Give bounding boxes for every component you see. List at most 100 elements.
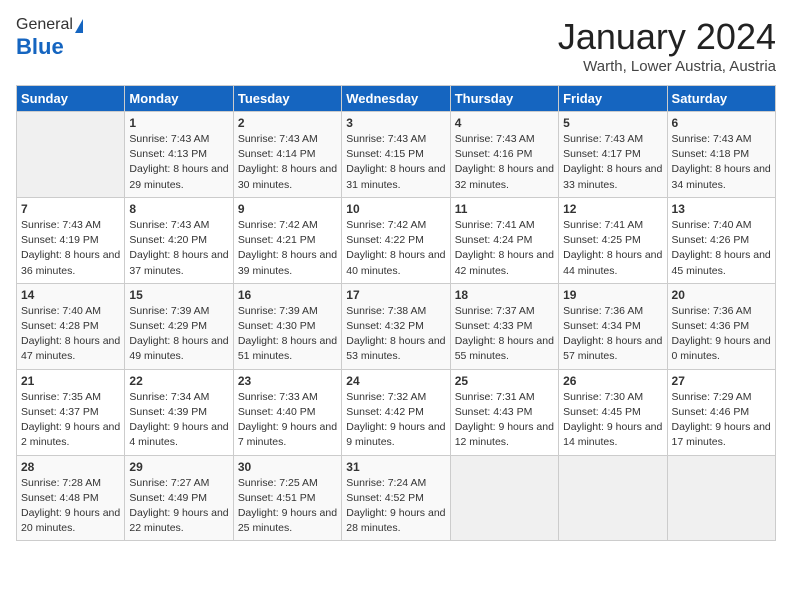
day-info: Sunrise: 7:43 AMSunset: 4:16 PMDaylight:…: [455, 132, 554, 193]
day-info: Sunrise: 7:42 AMSunset: 4:21 PMDaylight:…: [238, 218, 337, 279]
calendar-cell: 30 Sunrise: 7:25 AMSunset: 4:51 PMDayligh…: [233, 455, 341, 541]
day-number: 30: [238, 460, 337, 474]
day-number: 31: [346, 460, 445, 474]
day-info: Sunrise: 7:42 AMSunset: 4:22 PMDaylight:…: [346, 218, 445, 279]
day-number: 15: [129, 288, 228, 302]
day-number: 1: [129, 116, 228, 130]
day-number: 17: [346, 288, 445, 302]
calendar-cell: 16 Sunrise: 7:39 AMSunset: 4:30 PMDayligh…: [233, 283, 341, 369]
day-number: 21: [21, 374, 120, 388]
calendar-cell: 20 Sunrise: 7:36 AMSunset: 4:36 PMDayligh…: [667, 283, 775, 369]
calendar-cell: 11 Sunrise: 7:41 AMSunset: 4:24 PMDayligh…: [450, 197, 558, 283]
day-info: Sunrise: 7:39 AMSunset: 4:30 PMDaylight:…: [238, 304, 337, 365]
calendar-cell: 31 Sunrise: 7:24 AMSunset: 4:52 PMDayligh…: [342, 455, 450, 541]
calendar-header-row: SundayMondayTuesdayWednesdayThursdayFrid…: [17, 86, 776, 112]
day-info: Sunrise: 7:39 AMSunset: 4:29 PMDaylight:…: [129, 304, 228, 365]
calendar-cell: 1 Sunrise: 7:43 AMSunset: 4:13 PMDaylight…: [125, 112, 233, 198]
calendar-cell: [17, 112, 125, 198]
month-title: January 2024: [558, 16, 776, 58]
day-info: Sunrise: 7:33 AMSunset: 4:40 PMDaylight:…: [238, 390, 337, 451]
day-info: Sunrise: 7:29 AMSunset: 4:46 PMDaylight:…: [672, 390, 771, 451]
day-number: 23: [238, 374, 337, 388]
calendar-week-row: 7Sunrise: 7:43 AMSunset: 4:19 PMDaylight…: [17, 197, 776, 283]
calendar-cell: 2 Sunrise: 7:43 AMSunset: 4:14 PMDaylight…: [233, 112, 341, 198]
calendar-cell: 6 Sunrise: 7:43 AMSunset: 4:18 PMDaylight…: [667, 112, 775, 198]
calendar-cell: 13Sunrise: 7:40 AMSunset: 4:26 PMDayligh…: [667, 197, 775, 283]
calendar-cell: [450, 455, 558, 541]
column-header-monday: Monday: [125, 86, 233, 112]
column-header-sunday: Sunday: [17, 86, 125, 112]
calendar-cell: 22 Sunrise: 7:34 AMSunset: 4:39 PMDayligh…: [125, 369, 233, 455]
calendar-cell: 26Sunrise: 7:30 AMSunset: 4:45 PMDayligh…: [559, 369, 667, 455]
logo-triangle-icon: [75, 19, 83, 33]
calendar-week-row: 21 Sunrise: 7:35 AMSunset: 4:37 PMDayligh…: [17, 369, 776, 455]
logo-blue-text: Blue: [16, 34, 64, 60]
day-info: Sunrise: 7:35 AMSunset: 4:37 PMDaylight:…: [21, 390, 120, 451]
day-number: 22: [129, 374, 228, 388]
day-number: 8: [129, 202, 228, 216]
day-info: Sunrise: 7:31 AMSunset: 4:43 PMDaylight:…: [455, 390, 554, 451]
title-area: January 2024 Warth, Lower Austria, Austr…: [558, 16, 776, 75]
day-info: Sunrise: 7:32 AMSunset: 4:42 PMDaylight:…: [346, 390, 445, 451]
calendar-cell: 23 Sunrise: 7:33 AMSunset: 4:40 PMDayligh…: [233, 369, 341, 455]
day-info: Sunrise: 7:24 AMSunset: 4:52 PMDaylight:…: [346, 476, 445, 537]
day-number: 11: [455, 202, 554, 216]
day-number: 27: [672, 374, 771, 388]
day-number: 14: [21, 288, 120, 302]
day-info: Sunrise: 7:43 AMSunset: 4:17 PMDaylight:…: [563, 132, 662, 193]
logo: General Blue: [16, 16, 83, 60]
calendar-cell: 5Sunrise: 7:43 AMSunset: 4:17 PMDaylight…: [559, 112, 667, 198]
day-info: Sunrise: 7:36 AMSunset: 4:36 PMDaylight:…: [672, 304, 771, 365]
day-info: Sunrise: 7:34 AMSunset: 4:39 PMDaylight:…: [129, 390, 228, 451]
calendar-cell: [559, 455, 667, 541]
day-number: 2: [238, 116, 337, 130]
calendar-cell: 18Sunrise: 7:37 AMSunset: 4:33 PMDayligh…: [450, 283, 558, 369]
calendar-cell: 14Sunrise: 7:40 AMSunset: 4:28 PMDayligh…: [17, 283, 125, 369]
day-info: Sunrise: 7:43 AMSunset: 4:13 PMDaylight:…: [129, 132, 228, 193]
calendar-cell: 4 Sunrise: 7:43 AMSunset: 4:16 PMDaylight…: [450, 112, 558, 198]
day-number: 29: [129, 460, 228, 474]
day-number: 13: [672, 202, 771, 216]
day-info: Sunrise: 7:41 AMSunset: 4:24 PMDaylight:…: [455, 218, 554, 279]
day-info: Sunrise: 7:41 AMSunset: 4:25 PMDaylight:…: [563, 218, 662, 279]
calendar-cell: 15 Sunrise: 7:39 AMSunset: 4:29 PMDayligh…: [125, 283, 233, 369]
day-info: Sunrise: 7:28 AMSunset: 4:48 PMDaylight:…: [21, 476, 120, 537]
day-info: Sunrise: 7:38 AMSunset: 4:32 PMDaylight:…: [346, 304, 445, 365]
column-header-thursday: Thursday: [450, 86, 558, 112]
day-info: Sunrise: 7:36 AMSunset: 4:34 PMDaylight:…: [563, 304, 662, 365]
calendar-cell: 24 Sunrise: 7:32 AMSunset: 4:42 PMDayligh…: [342, 369, 450, 455]
calendar-week-row: 14Sunrise: 7:40 AMSunset: 4:28 PMDayligh…: [17, 283, 776, 369]
day-info: Sunrise: 7:30 AMSunset: 4:45 PMDaylight:…: [563, 390, 662, 451]
day-info: Sunrise: 7:25 AMSunset: 4:51 PMDaylight:…: [238, 476, 337, 537]
day-number: 10: [346, 202, 445, 216]
column-header-friday: Friday: [559, 86, 667, 112]
day-number: 19: [563, 288, 662, 302]
calendar-cell: 21 Sunrise: 7:35 AMSunset: 4:37 PMDayligh…: [17, 369, 125, 455]
logo-general-text: General: [16, 16, 73, 34]
day-info: Sunrise: 7:43 AMSunset: 4:20 PMDaylight:…: [129, 218, 228, 279]
day-info: Sunrise: 7:43 AMSunset: 4:19 PMDaylight:…: [21, 218, 120, 279]
calendar-cell: 10 Sunrise: 7:42 AMSunset: 4:22 PMDayligh…: [342, 197, 450, 283]
calendar-cell: [667, 455, 775, 541]
day-number: 6: [672, 116, 771, 130]
page-header: General Blue January 2024 Warth, Lower A…: [16, 16, 776, 75]
day-number: 3: [346, 116, 445, 130]
day-number: 12: [563, 202, 662, 216]
column-header-saturday: Saturday: [667, 86, 775, 112]
day-number: 9: [238, 202, 337, 216]
calendar-cell: 12 Sunrise: 7:41 AMSunset: 4:25 PMDayligh…: [559, 197, 667, 283]
day-number: 4: [455, 116, 554, 130]
day-number: 20: [672, 288, 771, 302]
day-info: Sunrise: 7:43 AMSunset: 4:18 PMDaylight:…: [672, 132, 771, 193]
day-info: Sunrise: 7:43 AMSunset: 4:15 PMDaylight:…: [346, 132, 445, 193]
calendar-cell: 27 Sunrise: 7:29 AMSunset: 4:46 PMDayligh…: [667, 369, 775, 455]
day-number: 24: [346, 374, 445, 388]
calendar-cell: 3 Sunrise: 7:43 AMSunset: 4:15 PMDaylight…: [342, 112, 450, 198]
day-number: 18: [455, 288, 554, 302]
calendar-cell: 25Sunrise: 7:31 AMSunset: 4:43 PMDayligh…: [450, 369, 558, 455]
calendar-cell: 9 Sunrise: 7:42 AMSunset: 4:21 PMDaylight…: [233, 197, 341, 283]
day-info: Sunrise: 7:43 AMSunset: 4:14 PMDaylight:…: [238, 132, 337, 193]
day-info: Sunrise: 7:27 AMSunset: 4:49 PMDaylight:…: [129, 476, 228, 537]
day-number: 16: [238, 288, 337, 302]
calendar-cell: 17 Sunrise: 7:38 AMSunset: 4:32 PMDayligh…: [342, 283, 450, 369]
